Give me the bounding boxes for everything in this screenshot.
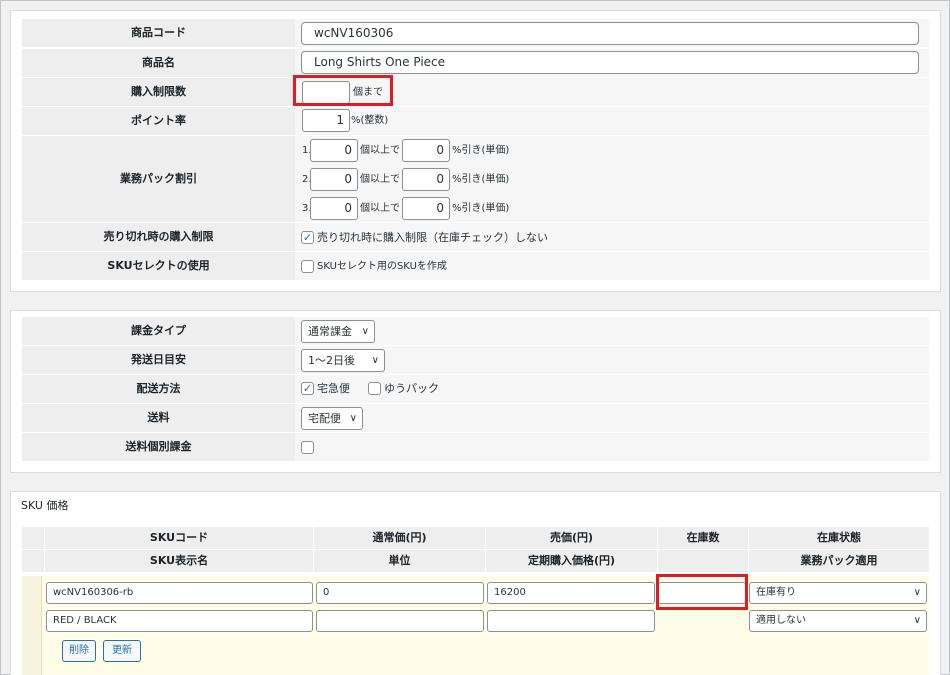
row-individual-shipping: 送料個別課金 [22,433,929,462]
sku-normal-price-input[interactable]: 0 [316,582,484,604]
sku-header-subscription-price: 定期購入価格(円) [486,550,657,572]
method-takkyubin-checkbox[interactable]: ✓ [301,382,314,395]
billing-type-select[interactable]: 通常課金 ∨ [301,320,375,343]
chevron-down-icon: ∨ [913,615,921,626]
row-bulk-discount: 業務パック割引 1. 0 個以上で 0 %引き(単価) 2. 0 個以上で 0 … [22,136,929,223]
purchase-limit-highlight [293,75,393,106]
shipping-fee-label: 送料 [22,404,295,432]
delivery-estimate-select[interactable]: 1〜2日後 ∨ [301,349,385,372]
sku-bulk-apply-select[interactable]: 適用しない ∨ [749,610,927,632]
chevron-down-icon: ∨ [349,413,357,424]
sku-display-name-input[interactable]: RED / BLACK [46,610,313,632]
bulk-discount-label: 業務パック割引 [22,136,295,222]
row-delivery-estimate: 発送日目安 1〜2日後 ∨ [22,346,929,375]
point-rate-label: ポイント率 [22,107,295,135]
soldout-checkbox[interactable]: ✓ [301,231,314,244]
sku-code-input[interactable]: wcNV160306-rb [46,582,313,604]
chevron-down-icon: ∨ [361,326,369,337]
individual-shipping-label: 送料個別課金 [22,433,295,461]
bulk-qty-input-3[interactable]: 0 [310,197,358,220]
sku-header-bulk-apply: 業務パック適用 [749,550,929,572]
sku-sale-price-input[interactable]: 16200 [487,582,655,604]
sku-header-unit: 単位 [314,550,485,572]
purchase-limit-label: 購入制限数 [22,78,295,106]
sku-row-handle[interactable] [22,576,42,675]
shipping-settings-panel: 課金タイプ 通常課金 ∨ 発送日目安 1〜2日後 ∨ 配送方法 ✓ 宅急便 ゆう… [10,310,941,473]
bulk-discount-row-1: 1. 0 個以上で 0 %引き(単価) [295,139,595,162]
sku-delete-button[interactable]: 削除 [62,640,96,662]
row-shipping-fee: 送料 宅配便 ∨ [22,404,929,433]
sku-header-sale-price: 売価(円) [486,527,657,549]
individual-shipping-checkbox[interactable] [301,441,314,454]
point-rate-input[interactable]: 1 [302,109,350,132]
bulk-pct-input-1[interactable]: 0 [402,139,450,162]
sku-select-label: SKUセレクトの使用 [22,252,295,280]
row-sku-select: SKUセレクトの使用 SKUセレクト用のSKUを作成 [22,252,929,281]
product-settings-panel: 商品コード wcNV160306 商品名 Long Shirts One Pie… [10,10,941,292]
sku-header-display-name: SKU表示名 [45,550,313,572]
bulk-discount-row-3: 3. 0 個以上で 0 %引き(単価) [295,197,595,220]
row-point-rate: ポイント率 1 %(整数) [22,107,929,136]
sku-section-title: SKU 価格 [21,499,69,512]
row-product-code: 商品コード wcNV160306 [22,19,929,48]
sku-update-button[interactable]: 更新 [103,640,141,662]
delivery-estimate-label: 発送日目安 [22,346,295,374]
product-code-input[interactable]: wcNV160306 [301,22,919,45]
method-yupack-checkbox[interactable] [368,382,381,395]
product-code-label: 商品コード [22,19,295,47]
sku-header-normal-price: 通常価(円) [314,527,485,549]
method-takkyubin-label[interactable]: 宅急便 [317,381,350,396]
sku-select-checkbox-label[interactable]: SKUセレクト用のSKUを作成 [317,259,447,274]
row-purchase-limit: 購入制限数 個まで [22,78,929,107]
stock-input-highlight [656,574,748,610]
sku-stock-status-select[interactable]: 在庫有り ∨ [749,582,927,604]
bulk-pct-input-3[interactable]: 0 [402,197,450,220]
sku-subscription-price-input[interactable] [487,610,655,632]
billing-type-label: 課金タイプ [22,317,295,345]
sku-price-panel: SKU 価格 SKUコード 通常価(円) 売価(円) 在庫数 在庫状態 SKU表… [10,491,941,675]
chevron-down-icon: ∨ [913,587,921,598]
method-yupack-label[interactable]: ゆうパック [384,381,439,396]
bulk-qty-input-1[interactable]: 0 [310,139,358,162]
sku-header-code: SKUコード [45,527,313,549]
bulk-discount-row-2: 2. 0 個以上で 0 %引き(単価) [295,168,595,191]
bulk-pct-input-2[interactable]: 0 [402,168,450,191]
bulk-qty-input-2[interactable]: 0 [310,168,358,191]
row-soldout-limit: 売り切れ時の購入制限 ✓ 売り切れ時に購入制限（在庫チェック）しない [22,223,929,252]
chevron-down-icon: ∨ [371,355,379,366]
soldout-checkbox-label[interactable]: 売り切れ時に購入制限（在庫チェック）しない [317,230,548,245]
sku-item-row: wcNV160306-rb 0 16200 在庫有り ∨ RED / BLACK… [22,576,929,675]
row-shipping-method: 配送方法 ✓ 宅急便 ゆうパック [22,375,929,404]
sku-select-checkbox[interactable] [301,260,314,273]
sku-unit-input[interactable] [316,610,484,632]
sku-header-stock-status: 在庫状態 [749,527,929,549]
soldout-limit-label: 売り切れ時の購入制限 [22,223,295,251]
sku-header-stock: 在庫数 [658,527,748,549]
point-rate-suffix: %(整数) [351,115,389,126]
shipping-method-label: 配送方法 [22,375,295,403]
row-product-name: 商品名 Long Shirts One Piece [22,49,929,78]
shipping-fee-select[interactable]: 宅配便 ∨ [301,407,363,430]
product-name-label: 商品名 [22,49,295,77]
row-billing-type: 課金タイプ 通常課金 ∨ [22,317,929,346]
product-name-input[interactable]: Long Shirts One Piece [301,51,919,74]
